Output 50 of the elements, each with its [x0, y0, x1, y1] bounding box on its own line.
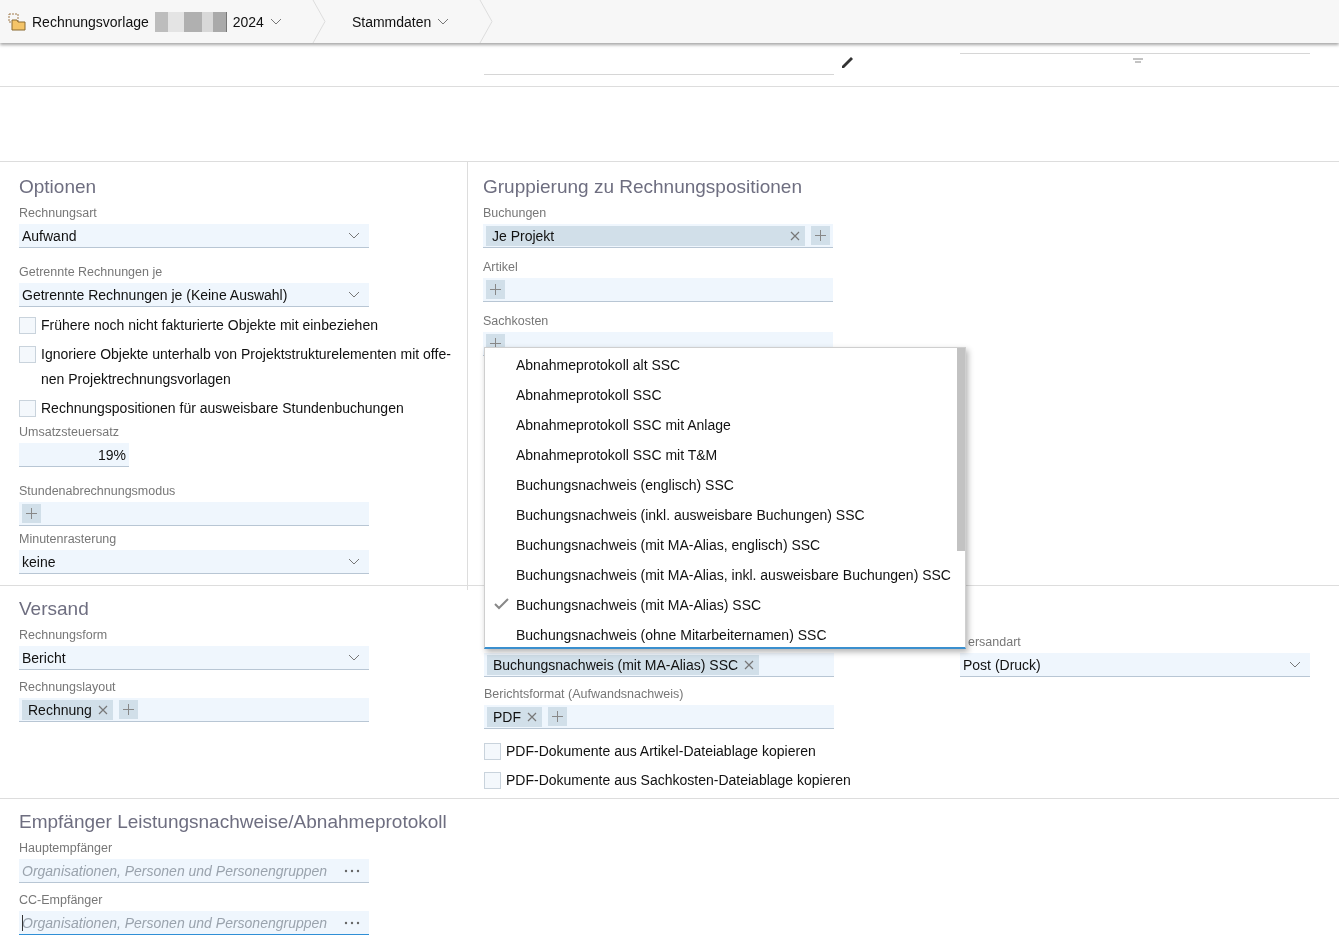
tag-chip: PDF [487, 706, 542, 727]
tag-chip: Rechnung [22, 699, 113, 720]
tag-field[interactable]: Je Projekt [483, 224, 833, 248]
breadcrumb-year: 2024 [232, 13, 264, 30]
field-label: ersandart [968, 635, 1021, 650]
field-label: Sachkosten [483, 314, 550, 329]
menu-item[interactable]: Buchungsnachweis (englisch) SSC [485, 470, 956, 500]
checkbox-label: Frühere noch nicht fakturierte Objekte mit einbeziehen [41, 316, 379, 335]
field-label: Rechnungsform [19, 628, 109, 643]
section-heading: Versand [19, 598, 90, 620]
tag-chip: Buchungsnachweis (mit MA-Alias) SSC [487, 654, 760, 675]
menu-item[interactable]: Abnahmeprotokoll SSC [485, 380, 956, 410]
field-label: Minutenrasterung [19, 532, 118, 547]
field-label: Rechnungslayout [19, 680, 117, 695]
checkbox-label: PDF-Dokumente aus Sachkosten-Dateiablage kopieren [506, 771, 852, 790]
section-heading: Empfänger Leistungsnachweise/Abnahmeprotokoll [19, 811, 448, 833]
menu-item[interactable]: Buchungsnachweis (inkl. ausweisbare Buchungen) SSC [485, 500, 956, 530]
section-heading: Optionen [19, 176, 98, 198]
menu-item[interactable]: Buchungsnachweis (ohne Mitarbeiternamen) SSC [485, 620, 956, 650]
checkbox-label: PDF-Dokumente aus Artikel-Dateiablage kopieren [506, 742, 817, 761]
field-label: Artikel [483, 260, 519, 275]
field-label: Umsatzsteuersatz [19, 425, 121, 440]
field-label: Hauptempfänger [19, 841, 114, 856]
tag-chip: Je Projekt [486, 225, 805, 246]
field-label: Rechnungsart [19, 206, 98, 221]
field-label: Stundenabrechnungsmodus [19, 484, 177, 499]
menu-item[interactable]: Abnahmeprotokoll alt SSC [485, 350, 956, 380]
checkbox-label: Ignoriere Objekte unterhalb von Projektstrukturelementen mit offe-nen Projektrechnungsvorlagen [41, 345, 452, 389]
select-field[interactable]: Getrennte Rechnungen je (Keine Auswahl) [19, 283, 369, 307]
tag-field[interactable]: PDF [484, 705, 834, 729]
menu-item[interactable]: Buchungsnachweis (mit MA-Alias) SSC [485, 590, 956, 620]
field-label: Berichtsformat (Aufwandsnachweis) [484, 687, 685, 702]
menu-item[interactable]: Buchungsnachweis (mit MA-Alias, inkl. ausweisbare Buchungen) SSC [485, 560, 956, 590]
percent-field[interactable]: 19% [19, 443, 129, 467]
menu-item[interactable]: Abnahmeprotokoll SSC mit T&M [485, 440, 956, 470]
select-field[interactable]: Post (Druck) [960, 653, 1310, 677]
field-label: Buchungen [483, 206, 548, 221]
section-heading: Gruppierung zu Rechnungspositionen [483, 176, 803, 198]
breadcrumb-link[interactable]: Rechnungsvorlage [32, 13, 149, 30]
menu-item[interactable]: Abnahmeprotokoll SSC mit Anlage [485, 410, 956, 440]
menu-item[interactable]: Buchungsnachweis (mit MA-Alias, englisch) SSC [485, 530, 956, 560]
select-field[interactable]: keine [19, 550, 369, 574]
select-field[interactable]: Aufwand [19, 224, 369, 248]
tag-field[interactable]: Buchungsnachweis (mit MA-Alias) SSC [484, 653, 834, 677]
checkbox-label: Rechnungspositionen für ausweisbare Stundenbuchungen [41, 399, 405, 418]
field-label: Getrennte Rechnungen je [19, 265, 164, 280]
field-label: CC-Empfänger [19, 893, 104, 908]
select-field[interactable]: Bericht [19, 646, 369, 670]
tag-field[interactable]: Rechnung [19, 698, 369, 722]
breadcrumb-link[interactable]: Stammdaten [351, 13, 432, 30]
